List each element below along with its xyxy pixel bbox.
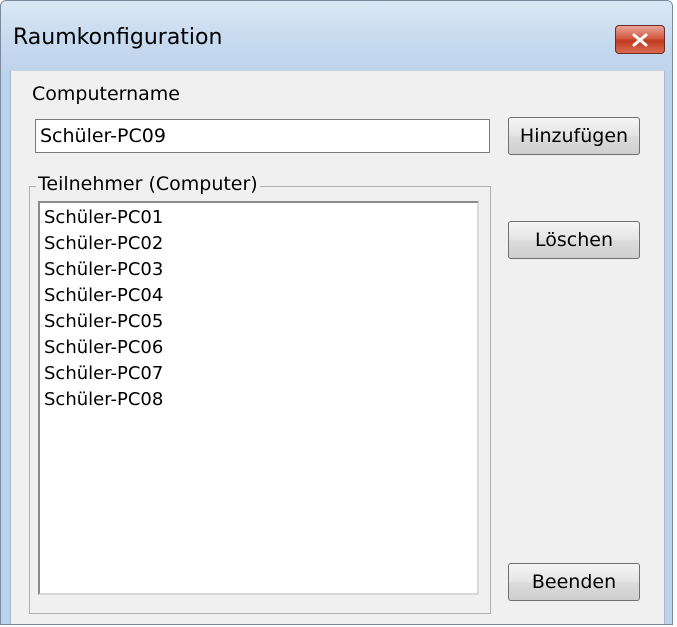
list-item[interactable]: Schüler-PC01 [44,205,473,231]
computername-label: Computername [32,83,181,105]
delete-button[interactable]: Löschen [508,221,640,259]
participants-group-label: Teilnehmer (Computer) [36,173,260,195]
title-bar[interactable]: Raumkonfiguration [1,1,672,71]
exit-button[interactable]: Beenden [508,563,640,601]
computername-input[interactable] [35,119,490,153]
participants-listbox[interactable]: Schüler-PC01 Schüler-PC02 Schüler-PC03 S… [38,201,479,595]
window-title: Raumkonfiguration [13,25,223,50]
dialog-client-area: Computername Hinzufügen Teilnehmer (Comp… [10,71,665,624]
list-item[interactable]: Schüler-PC07 [44,361,473,387]
list-item[interactable]: Schüler-PC05 [44,309,473,335]
list-item[interactable]: Schüler-PC04 [44,283,473,309]
close-button[interactable] [615,25,665,54]
dialog-window: Raumkonfiguration Computername Hinzufüge… [0,0,673,625]
add-button[interactable]: Hinzufügen [508,117,640,155]
list-item[interactable]: Schüler-PC02 [44,231,473,257]
list-item[interactable]: Schüler-PC03 [44,257,473,283]
list-item[interactable]: Schüler-PC06 [44,335,473,361]
participants-groupbox: Teilnehmer (Computer) Schüler-PC01 Schül… [29,173,491,614]
list-item[interactable]: Schüler-PC08 [44,387,473,413]
close-x-icon [632,33,648,46]
